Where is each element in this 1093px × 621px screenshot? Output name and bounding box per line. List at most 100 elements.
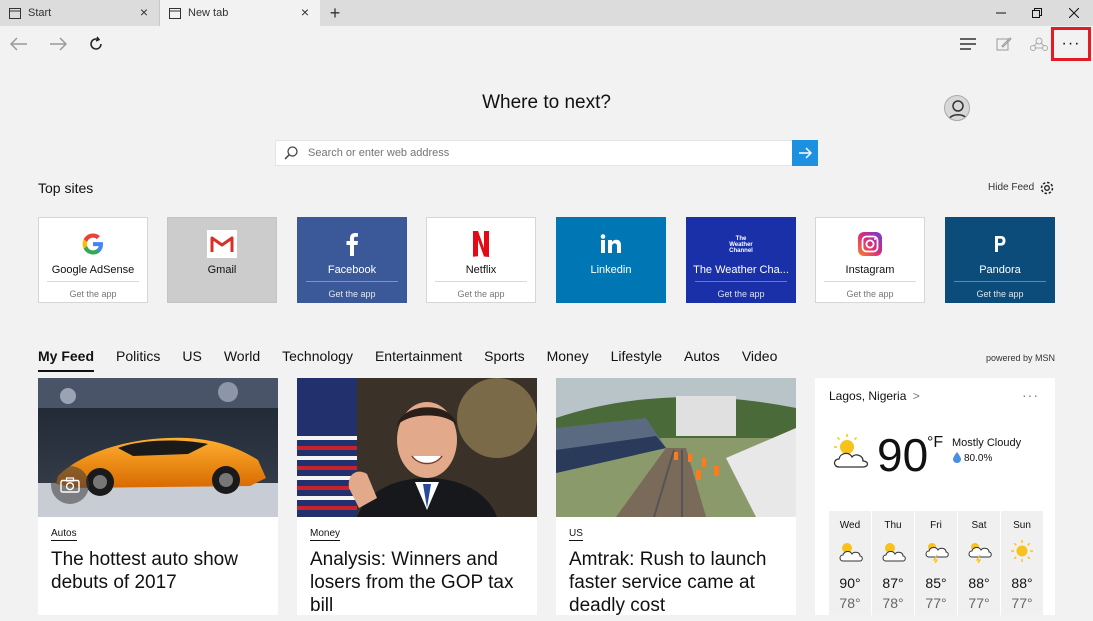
logo-text: The Weather Channel	[729, 236, 753, 254]
tab-label: Start	[28, 7, 52, 19]
top-site-google-adsense[interactable]: Google AdSense Get the app	[38, 217, 148, 303]
feed-tab-world[interactable]: World	[224, 348, 260, 372]
top-site-name: The Weather Cha...	[693, 264, 789, 276]
tab-new-tab[interactable]: New tab ×	[160, 0, 320, 26]
get-the-app-link[interactable]: Get the app	[427, 289, 535, 299]
top-site-facebook[interactable]: Facebook Get the app	[297, 217, 407, 303]
forecast-low: 78°	[839, 595, 861, 611]
divider	[435, 281, 527, 282]
close-window-button[interactable]	[1056, 0, 1092, 26]
forecast-day[interactable]: Thu 87° 78°	[872, 511, 914, 615]
weather-card[interactable]: Lagos, Nigeria > ··· 90 °F Mostly Cloudy…	[815, 378, 1055, 615]
hide-feed-link[interactable]: Hide Feed	[988, 182, 1034, 193]
arrow-right-icon	[799, 147, 812, 159]
forecast-day[interactable]: Fri 85° 77°	[915, 511, 957, 615]
news-category[interactable]: Money	[310, 528, 341, 541]
divider	[954, 281, 1046, 282]
feed-tab-autos[interactable]: Autos	[684, 348, 720, 372]
more-dots-icon: ···	[1061, 35, 1081, 52]
tab-start[interactable]: Start ×	[0, 0, 160, 26]
feed-tab-technology[interactable]: Technology	[282, 348, 353, 372]
page-title: Where to next?	[482, 92, 611, 113]
current-temperature: 90	[877, 429, 929, 481]
feed-tab-my-feed[interactable]: My Feed	[38, 348, 95, 372]
news-image-car	[38, 378, 278, 517]
news-category[interactable]: Autos	[51, 528, 77, 541]
new-tab-button[interactable]: +	[326, 3, 344, 23]
web-note-button[interactable]	[991, 32, 1017, 56]
weather-location[interactable]: Lagos, Nigeria >	[829, 389, 920, 403]
forecast-high: 90°	[839, 575, 861, 591]
news-category[interactable]: US	[569, 528, 583, 541]
close-tab-icon[interactable]: ×	[137, 5, 151, 19]
partly-sunny-icon	[882, 543, 906, 562]
divider	[47, 281, 139, 282]
forecast-day[interactable]: Sat 88° 77°	[958, 511, 1000, 615]
news-card-us[interactable]: US Amtrak: Rush to launch faster service…	[556, 378, 796, 615]
get-the-app-link[interactable]: Get the app	[816, 289, 924, 299]
search-box[interactable]	[275, 140, 793, 166]
search-go-button[interactable]	[792, 140, 818, 166]
back-button[interactable]	[6, 32, 32, 56]
avatar[interactable]	[944, 95, 970, 121]
feed-tab-money[interactable]: Money	[547, 348, 589, 372]
forecast-high: 88°	[968, 575, 990, 591]
news-title[interactable]: The hottest auto show debuts of 2017	[51, 548, 267, 594]
restore-icon	[1032, 8, 1042, 18]
feed-tab-sports[interactable]: Sports	[484, 348, 524, 372]
get-the-app-link[interactable]: Get the app	[298, 289, 406, 299]
top-site-weather-channel[interactable]: The Weather Channel The Weather Cha... G…	[686, 217, 796, 303]
get-the-app-link[interactable]: Get the app	[687, 289, 795, 299]
close-tab-icon[interactable]: ×	[298, 5, 312, 19]
feed-tab-politics[interactable]: Politics	[116, 348, 160, 372]
precipitation-chance: 80.0%	[964, 453, 993, 464]
news-image-politician	[297, 378, 537, 517]
temperature-unit[interactable]: °F	[927, 434, 943, 452]
refresh-button[interactable]	[83, 32, 109, 56]
forecast-day[interactable]: Sun 88° 77°	[1001, 511, 1043, 615]
share-button[interactable]	[1026, 32, 1052, 56]
settings-and-more-button[interactable]: ···	[1051, 27, 1091, 61]
hub-icon	[960, 38, 976, 50]
get-the-app-link[interactable]: Get the app	[946, 289, 1054, 299]
linkedin-logo-icon	[557, 230, 665, 258]
top-site-netflix[interactable]: Netflix Get the app	[426, 217, 536, 303]
feed-tab-us[interactable]: US	[182, 348, 201, 372]
divider	[306, 281, 398, 282]
top-site-instagram[interactable]: Instagram Get the app	[815, 217, 925, 303]
close-icon	[1069, 8, 1079, 18]
top-site-name: Instagram	[845, 264, 895, 276]
top-site-name: Google AdSense	[51, 264, 135, 276]
get-the-app-link[interactable]: Get the app	[39, 289, 147, 299]
hub-button[interactable]	[955, 32, 981, 56]
top-site-pandora[interactable]: Pandora Get the app	[945, 217, 1055, 303]
feed-tab-lifestyle[interactable]: Lifestyle	[611, 348, 662, 372]
feed-tab-entertainment[interactable]: Entertainment	[375, 348, 462, 372]
divider	[695, 281, 787, 282]
search-input[interactable]	[308, 147, 778, 159]
forecast-day[interactable]: Wed 90° 78°	[829, 511, 871, 615]
restore-button[interactable]	[1019, 0, 1055, 26]
news-card-autos[interactable]: Autos The hottest auto show debuts of 20…	[38, 378, 278, 615]
back-arrow-icon	[10, 37, 27, 51]
top-site-gmail[interactable]: Gmail	[167, 217, 277, 303]
top-site-name: Pandora	[979, 264, 1021, 276]
pen-note-icon	[996, 37, 1012, 51]
minimize-button[interactable]	[983, 0, 1019, 26]
search-icon	[284, 146, 304, 160]
top-site-linkedin[interactable]: Linkedin	[556, 217, 666, 303]
top-sites-heading: Top sites	[38, 180, 94, 196]
forecast-day-name: Thu	[884, 520, 902, 531]
news-title[interactable]: Analysis: Winners and losers from the GO…	[310, 548, 526, 615]
weather-condition: Mostly Cloudy	[952, 437, 1022, 449]
weather-channel-logo-icon: The Weather Channel	[687, 234, 795, 256]
minimize-icon	[996, 12, 1006, 14]
news-card-money[interactable]: Money Analysis: Winners and losers from …	[297, 378, 537, 615]
gear-icon[interactable]	[1038, 179, 1056, 197]
feed-tab-video[interactable]: Video	[742, 348, 778, 372]
news-title[interactable]: Amtrak: Rush to launch faster service ca…	[569, 548, 785, 615]
share-icon	[1030, 37, 1048, 51]
weather-more-icon[interactable]: ···	[1022, 387, 1039, 403]
forward-button[interactable]	[45, 32, 71, 56]
top-site-name: Netflix	[465, 264, 497, 276]
